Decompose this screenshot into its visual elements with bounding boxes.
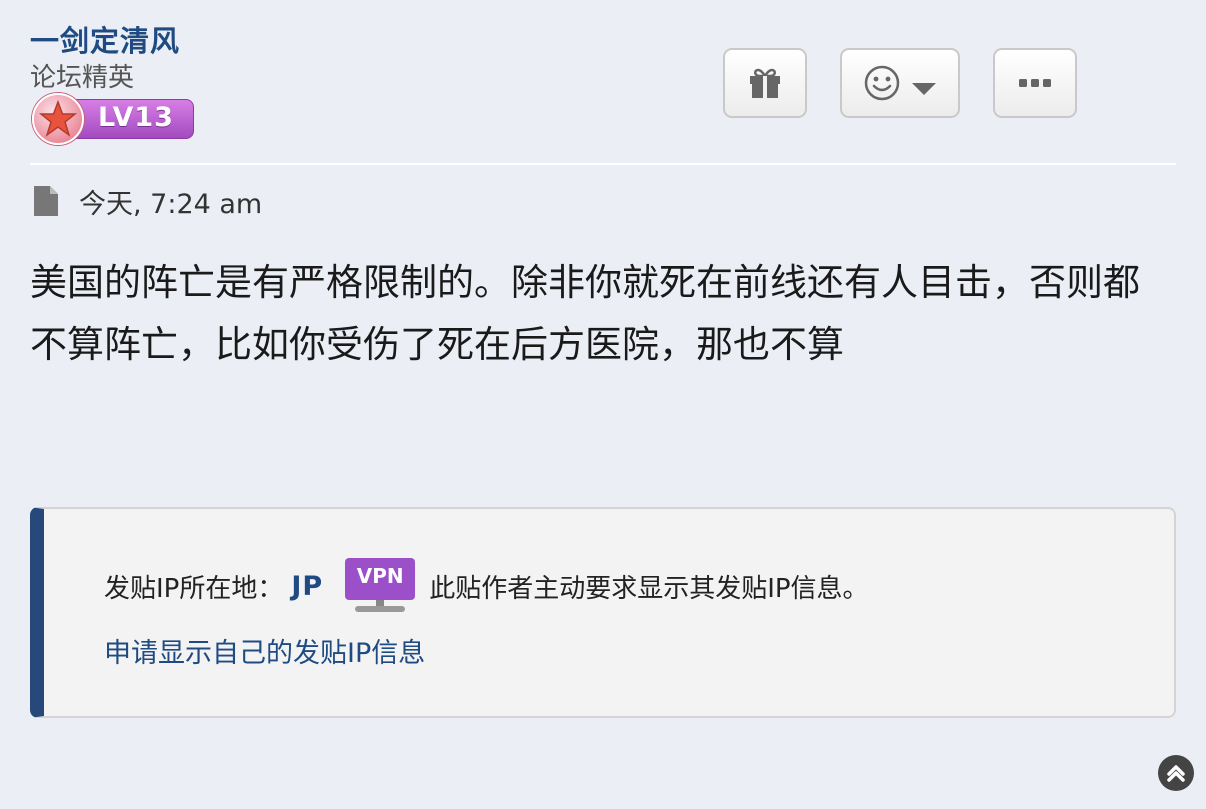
- star-icon: [32, 93, 84, 145]
- header-divider: [30, 163, 1176, 165]
- ip-location-line: 发贴IP所在地： JP VPN 此贴作者主动要求显示其发贴IP信息。: [104, 558, 869, 612]
- level-label: LV13: [98, 102, 174, 133]
- document-icon: [34, 186, 58, 216]
- reaction-button[interactable]: [840, 48, 960, 118]
- ip-country-code: JP: [291, 570, 324, 602]
- chevron-down-icon: [912, 83, 936, 95]
- more-options-button[interactable]: [993, 48, 1077, 118]
- ip-info-box: 发贴IP所在地： JP VPN 此贴作者主动要求显示其发贴IP信息。 申请显示自…: [30, 507, 1176, 718]
- post-meta: 今天, 7:24 am: [33, 182, 262, 221]
- ellipsis-icon: [1019, 79, 1051, 87]
- user-rank-title: 论坛精英: [30, 63, 135, 93]
- post-timestamp[interactable]: 今天, 7:24 am: [79, 182, 262, 221]
- post-content: 美国的阵亡是有严格限制的。除非你就死在前线还有人目击，否则都不算阵亡，比如你受伤…: [30, 261, 1140, 366]
- username-link[interactable]: 一剑定清风: [30, 18, 180, 60]
- ip-note: 此贴作者主动要求显示其发贴IP信息。: [429, 573, 869, 604]
- level-badge: LV13: [32, 93, 194, 145]
- gift-icon: [750, 68, 780, 98]
- request-ip-display-link[interactable]: 申请显示自己的发贴IP信息: [104, 631, 425, 670]
- vpn-label: VPN: [356, 564, 404, 588]
- vpn-icon: VPN: [343, 556, 417, 616]
- post-card: 一剑定清风 论坛精英 LV13 今天, 7:24 am 美国的阵亡是有严格限制的…: [0, 0, 1206, 809]
- smiley-icon: [864, 65, 900, 101]
- gift-button[interactable]: [723, 48, 807, 118]
- chevron-up-icon: [1167, 765, 1185, 782]
- scroll-to-top-button[interactable]: [1158, 755, 1194, 791]
- ip-location-label: 发贴IP所在地：: [104, 573, 284, 604]
